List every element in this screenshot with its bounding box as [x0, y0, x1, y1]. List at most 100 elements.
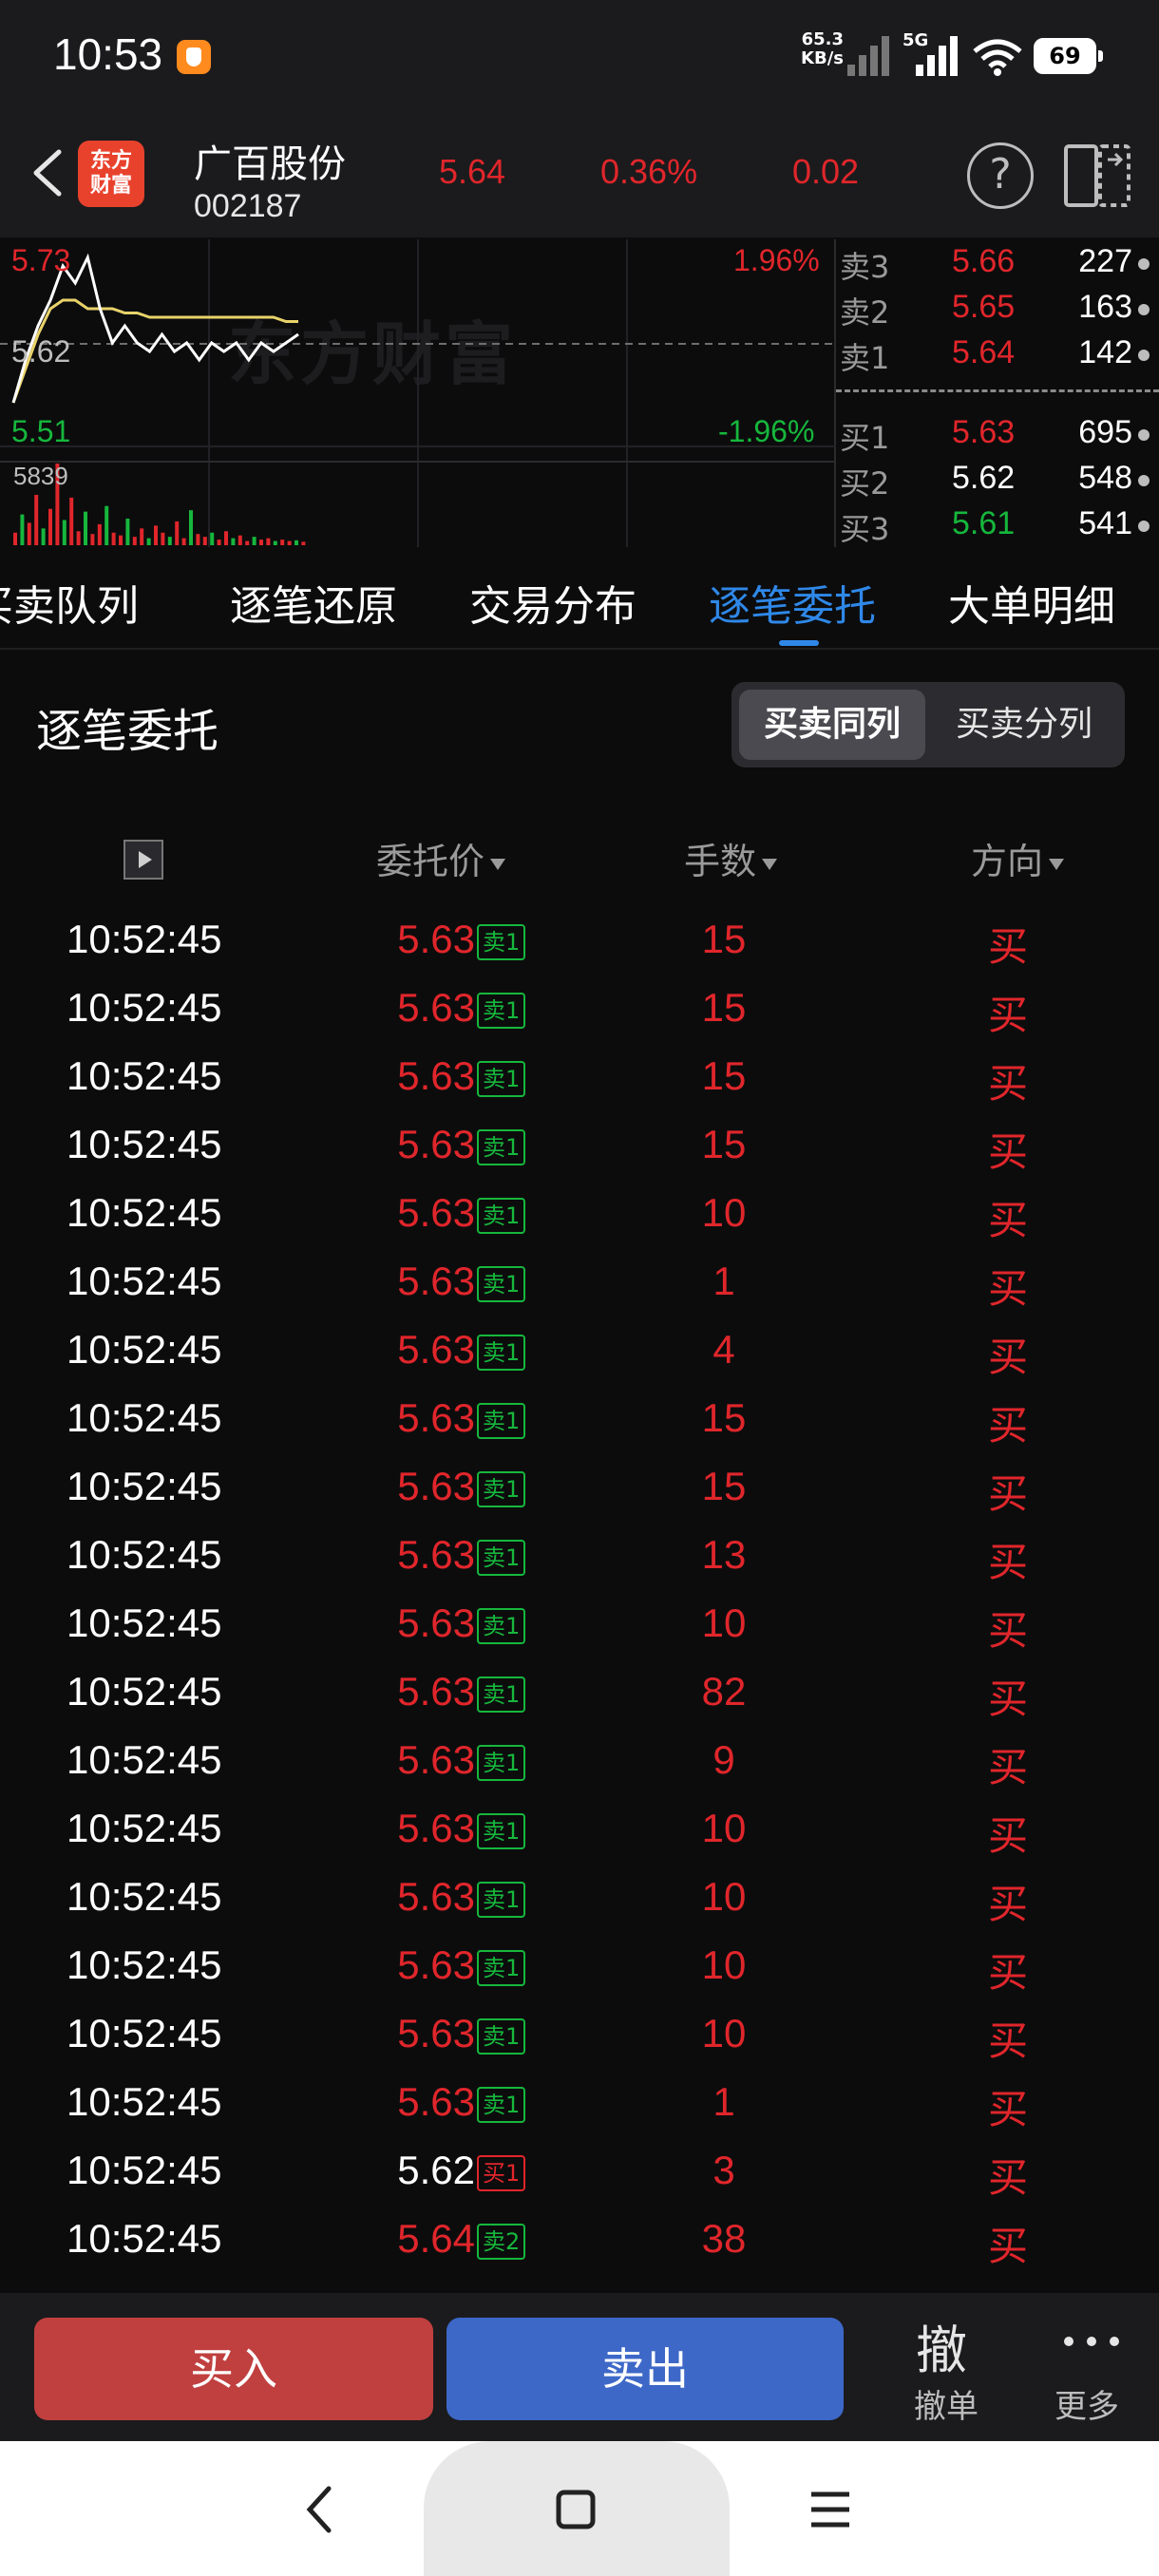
row-price: 5.63	[397, 917, 475, 961]
table-row[interactable]: 10:52:45 5.63 卖1 9 买	[0, 1728, 1159, 1796]
play-icon[interactable]	[124, 840, 163, 880]
more-label[interactable]: 更多	[1054, 2380, 1119, 2427]
ask-row-2: 卖2 5.65 163	[836, 285, 1159, 331]
col-header-direction[interactable]: 方向	[971, 832, 1065, 889]
col-header-qty-label: 手数	[684, 841, 757, 882]
row-price: 5.63	[397, 1806, 475, 1850]
table-row[interactable]: 10:52:45 5.63 卖1 10 买	[0, 1933, 1159, 2001]
table-row[interactable]: 10:52:45 5.63 卖1 1 买	[0, 2070, 1159, 2138]
row-qty: 82	[701, 1669, 747, 1714]
row-direction: 买	[988, 1676, 1029, 1722]
col-header-qty[interactable]: 手数	[684, 832, 778, 889]
bid-volume: 695	[1078, 414, 1132, 450]
row-time: 10:52:45	[66, 1601, 222, 1645]
bid-volume: 548	[1078, 460, 1132, 496]
signal-icon-sim1	[847, 34, 893, 76]
table-row[interactable]: 10:52:45 5.63 卖1 15 买	[0, 1454, 1159, 1523]
ask-dot-icon	[1138, 258, 1150, 270]
table-row[interactable]: 10:52:45 5.63 卖1 10 买	[0, 1796, 1159, 1865]
table-row[interactable]: 10:52:45 5.63 卖1 10 买	[0, 1591, 1159, 1659]
tick-order-list[interactable]: 10:52:45 5.63 卖1 15 买 10:52:45 5.63 卖1 15 买 10:52:…	[0, 907, 1159, 2294]
table-row[interactable]: 10:52:45 5.63 卖1 4 买	[0, 1317, 1159, 1386]
volume-bar	[132, 537, 137, 545]
row-level-badge: 卖1	[477, 1540, 526, 1576]
table-row[interactable]: 10:52:45 5.63 卖1 15 买	[0, 1386, 1159, 1454]
row-direction: 买	[988, 923, 1029, 970]
bid-label: 买2	[840, 465, 890, 502]
toggle-same-column[interactable]: 买卖同列	[739, 690, 925, 760]
row-qty: 15	[701, 985, 747, 1030]
volume-bar	[245, 540, 250, 545]
help-icon[interactable]: ?	[967, 142, 1034, 209]
table-row[interactable]: 10:52:45 5.62 买1 3 买	[0, 2138, 1159, 2207]
sort-caret-icon	[490, 858, 506, 870]
row-direction: 买	[988, 2154, 1029, 2201]
status-time: 10:53	[53, 29, 163, 79]
nav-back-icon[interactable]	[300, 2483, 338, 2536]
active-tab-indicator	[779, 640, 819, 646]
volume-bar	[224, 531, 228, 545]
split-screen-icon[interactable]	[1062, 142, 1132, 209]
row-direction: 买	[988, 1949, 1029, 1996]
tab-tick-orders[interactable]: 逐笔委托	[709, 572, 876, 633]
row-direction: 买	[988, 2017, 1029, 2064]
row-time: 10:52:45	[66, 1737, 222, 1782]
change-percent: 0.36%	[600, 152, 698, 191]
back-arrow-icon[interactable]	[21, 144, 78, 201]
cancel-order-label[interactable]: 撤单	[914, 2380, 978, 2427]
table-row[interactable]: 10:52:45 5.63 卖1 15 买	[0, 907, 1159, 975]
section-title: 逐笔委托	[36, 705, 219, 758]
tab-order-queue[interactable]: 买卖队列	[0, 572, 139, 633]
table-row[interactable]: 10:52:45 5.63 卖1 1 买	[0, 1249, 1159, 1317]
table-row[interactable]: 10:52:45 5.63 卖1 15 买	[0, 975, 1159, 1044]
nav-home-icon[interactable]	[555, 2489, 597, 2530]
table-row[interactable]: 10:52:45 5.63 卖1 10 买	[0, 1181, 1159, 1249]
col-header-price[interactable]: 委托价	[376, 832, 506, 889]
row-qty: 15	[701, 917, 747, 961]
cancel-order-icon[interactable]: 撤	[916, 2308, 967, 2383]
app-logo: 东方 财富	[78, 141, 144, 207]
table-row[interactable]: 10:52:45 5.63 卖1 15 买	[0, 1112, 1159, 1181]
table-row[interactable]: 10:52:45 5.63 卖1 10 买	[0, 1865, 1159, 1933]
table-row[interactable]: 10:52:45 5.63 卖1 15 买	[0, 1044, 1159, 1112]
row-price: 5.63	[397, 1737, 475, 1782]
tab-trade-distribution[interactable]: 交易分布	[469, 572, 636, 633]
volume-bar	[41, 528, 46, 545]
bid-label: 买3	[840, 511, 890, 547]
row-qty: 3	[712, 2148, 735, 2192]
table-row[interactable]: 10:52:45 5.63 卖1 13 买	[0, 1523, 1159, 1591]
ask-label: 卖1	[840, 340, 890, 376]
tab-tick-restore[interactable]: 逐笔还原	[230, 572, 397, 633]
row-price: 5.63	[397, 2079, 475, 2124]
tab-large-orders[interactable]: 大单明细	[948, 572, 1115, 633]
intraday-chart[interactable]: 东方财富 5.73 5.62 5.51 1.96% -1.96% 5839	[0, 239, 836, 547]
order-book: 卖3 5.66 227 卖2 5.65 163 卖1 5.64 142 买1 5…	[836, 239, 1159, 547]
buy-button[interactable]: 买入	[34, 2318, 433, 2420]
bid-dot-icon	[1138, 475, 1150, 486]
row-qty: 1	[712, 1259, 735, 1303]
ask-dot-icon	[1138, 304, 1150, 315]
more-icon[interactable]	[1064, 2337, 1121, 2350]
row-price: 5.63	[397, 1532, 475, 1577]
toggle-split-column[interactable]: 买卖分列	[931, 690, 1117, 760]
nav-menu-icon[interactable]	[809, 2489, 851, 2530]
volume-bar	[301, 541, 306, 545]
order-book-divider	[836, 389, 1159, 392]
sort-caret-icon	[762, 858, 778, 870]
volume-bar	[280, 540, 285, 545]
row-qty: 4	[712, 1327, 735, 1372]
row-level-badge: 卖1	[477, 1608, 526, 1644]
bid-row-1: 买1 5.63 695	[836, 410, 1159, 456]
volume-bar	[62, 520, 66, 545]
table-row[interactable]: 10:52:45 5.63 卖1 10 买	[0, 2001, 1159, 2070]
volume-bar	[202, 537, 207, 545]
logo-line1: 东方	[89, 149, 132, 173]
sell-button[interactable]: 卖出	[446, 2318, 844, 2420]
table-row[interactable]: 10:52:45 5.63 卖1 82 买	[0, 1659, 1159, 1728]
volume-bar	[238, 535, 242, 545]
row-level-badge: 卖1	[477, 1882, 526, 1918]
table-row[interactable]: 10:52:45 5.64 卖2 38 买	[0, 2207, 1159, 2275]
row-qty: 10	[701, 1942, 747, 1987]
row-qty: 15	[701, 1122, 747, 1166]
ask-volume: 142	[1078, 334, 1132, 370]
